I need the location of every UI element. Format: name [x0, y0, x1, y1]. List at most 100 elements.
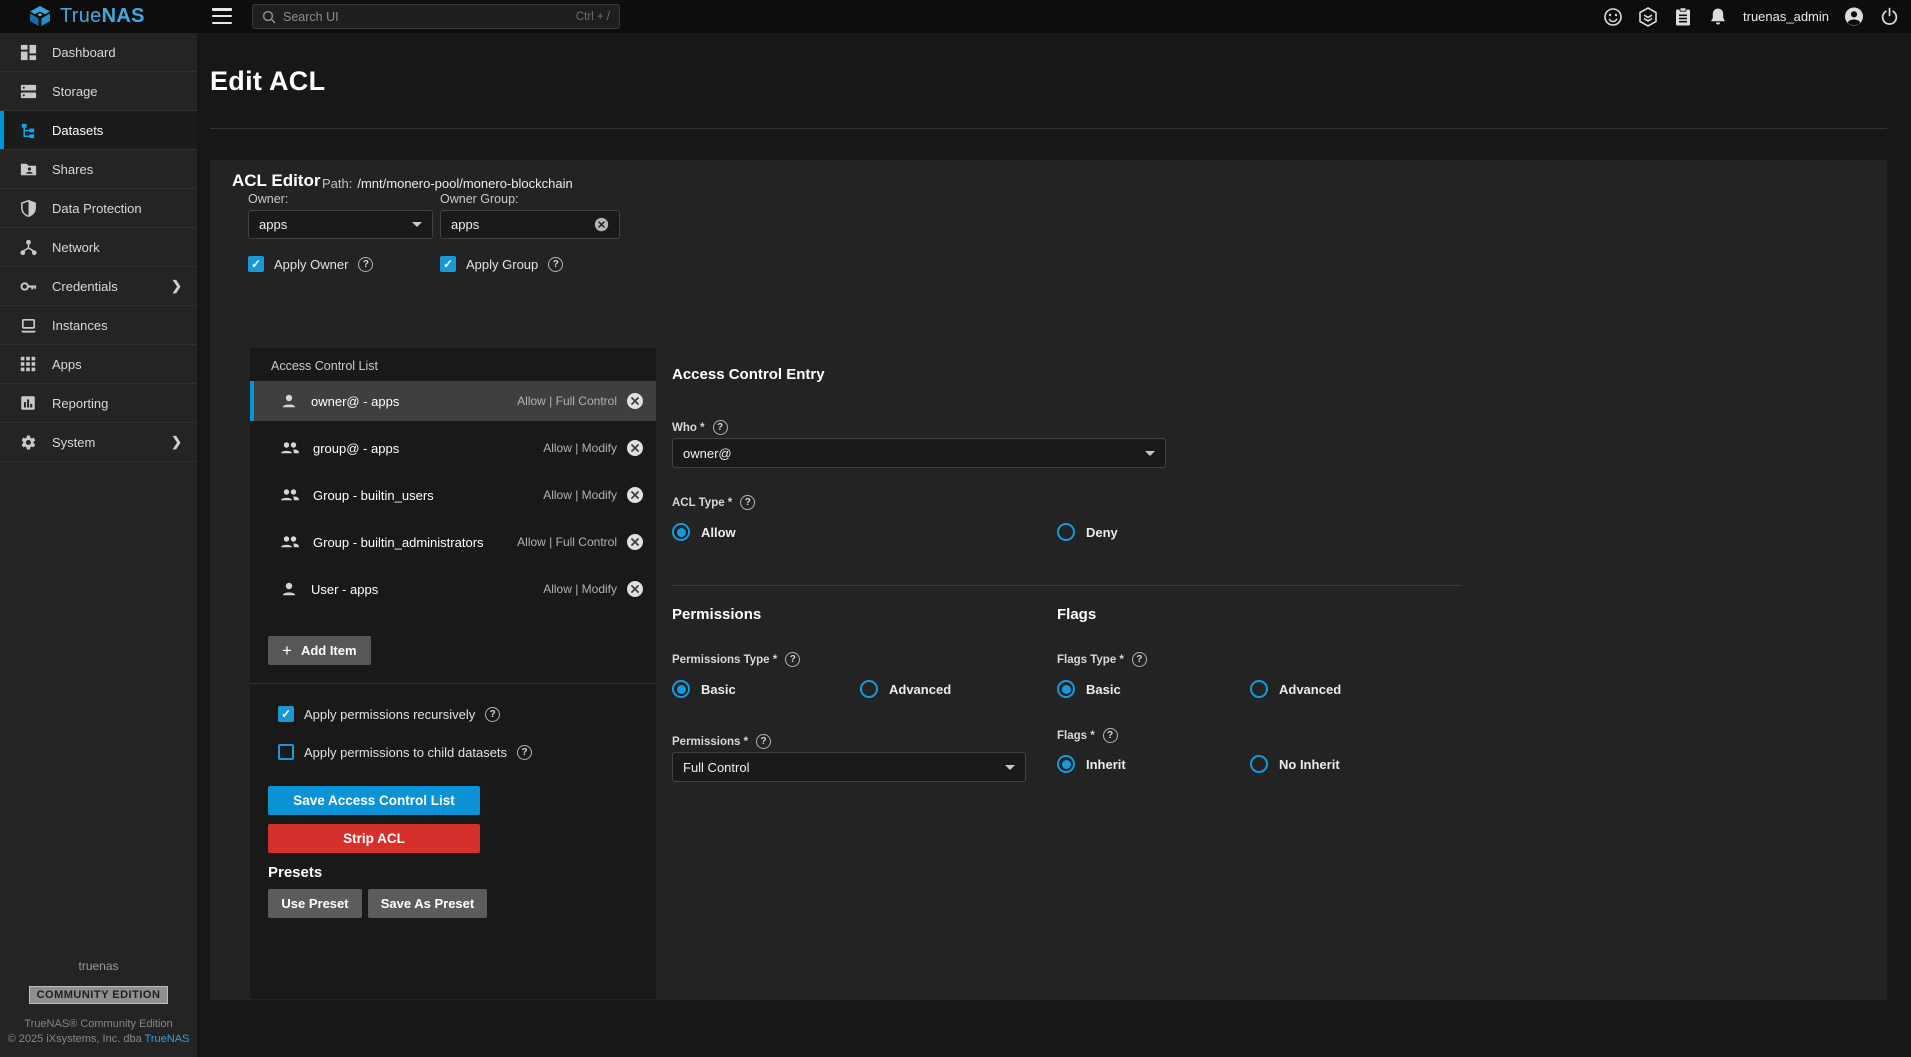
permissions-type-label: Permissions Type * ?	[672, 652, 800, 667]
acl-entry-row[interactable]: group@ - apps Allow | Modify	[250, 428, 656, 468]
sidebar-item-reporting[interactable]: Reporting	[0, 384, 197, 423]
sidebar-item-label: Datasets	[52, 123, 103, 138]
acl-entry-name: Group - builtin_administrators	[313, 535, 484, 550]
sidebar-item-system[interactable]: System ❯	[0, 423, 197, 462]
hamburger-menu-icon[interactable]	[212, 8, 232, 24]
help-icon[interactable]: ?	[713, 420, 728, 435]
permissions-select[interactable]: Full Control	[672, 752, 1026, 782]
flags-inherit-radio[interactable]: Inherit	[1057, 755, 1126, 773]
edition-badge[interactable]: COMMUNITY EDITION	[29, 986, 169, 1004]
clear-icon[interactable]	[594, 217, 609, 232]
truenas-logo-text: TrueNAS	[60, 5, 145, 28]
owner-group-label: Owner Group:	[440, 192, 519, 206]
remove-entry-icon[interactable]	[626, 439, 644, 457]
shares-folder-icon	[18, 159, 38, 179]
recursive-label: Apply permissions recursively	[304, 707, 475, 722]
help-icon[interactable]: ?	[1103, 728, 1118, 743]
network-icon	[18, 237, 38, 257]
jobs-clipboard-icon[interactable]	[1673, 7, 1693, 27]
acl-type-deny-radio[interactable]: Deny	[1057, 523, 1118, 541]
power-icon[interactable]	[1879, 7, 1899, 27]
sidebar-item-instances[interactable]: Instances	[0, 306, 197, 345]
owner-group-input[interactable]: apps	[440, 210, 620, 239]
add-item-button[interactable]: + Add Item	[268, 636, 371, 665]
help-icon[interactable]: ?	[756, 734, 771, 749]
acl-entry-name: Group - builtin_users	[313, 488, 434, 503]
help-icon[interactable]: ?	[740, 495, 755, 510]
presets-heading: Presets	[268, 864, 322, 881]
owner-select[interactable]: apps	[248, 210, 433, 239]
help-icon[interactable]: ?	[358, 257, 373, 272]
truenas-logo[interactable]: TrueNAS	[28, 4, 145, 28]
save-acl-button[interactable]: Save Access Control List	[268, 786, 480, 815]
people-icon	[280, 534, 300, 550]
copyright-text: © 2025 iXsystems, Inc. dba TrueNAS	[0, 1033, 197, 1045]
acl-entry-row[interactable]: Group - builtin_users Allow | Modify	[250, 475, 656, 515]
remove-entry-icon[interactable]	[626, 533, 644, 551]
datasets-icon	[18, 120, 38, 140]
permissions-type-basic-radio[interactable]: Basic	[672, 680, 736, 698]
global-search[interactable]: Ctrl + /	[252, 4, 620, 29]
sidebar-item-data-protection[interactable]: Data Protection	[0, 189, 197, 228]
title-divider	[210, 128, 1887, 129]
plus-icon: +	[282, 641, 292, 661]
chevron-down-icon	[412, 222, 422, 227]
user-avatar-icon[interactable]	[1844, 7, 1864, 27]
permissions-select-label: Permissions * ?	[672, 734, 771, 749]
acl-type-allow-radio[interactable]: Allow	[672, 523, 736, 541]
truenas-link[interactable]: TrueNAS	[145, 1033, 190, 1045]
sidebar-item-datasets[interactable]: Datasets	[0, 111, 197, 150]
shield-icon	[18, 198, 38, 218]
flags-type-basic-radio[interactable]: Basic	[1057, 680, 1121, 698]
recursive-checkbox[interactable]: ✓	[278, 706, 294, 722]
sidebar-item-label: Dashboard	[52, 45, 116, 60]
acl-editor-heading: ACL Editor	[232, 171, 320, 191]
who-select[interactable]: owner@	[672, 438, 1166, 468]
help-icon[interactable]: ?	[485, 707, 500, 722]
sidebar-item-credentials[interactable]: Credentials ❯	[0, 267, 197, 306]
search-icon	[262, 10, 276, 24]
save-as-preset-button[interactable]: Save As Preset	[368, 889, 487, 918]
apply-owner-checkbox[interactable]: ✓	[248, 256, 264, 272]
flags-heading: Flags	[1057, 606, 1096, 623]
recursive-permissions-row: ✓ Apply permissions recursively ?	[278, 706, 500, 722]
child-datasets-row: Apply permissions to child datasets ?	[278, 744, 532, 760]
sidebar-item-shares[interactable]: Shares	[0, 150, 197, 189]
hostname-label: truenas	[0, 959, 197, 973]
apply-group-checkbox[interactable]: ✓	[440, 256, 456, 272]
strip-acl-button[interactable]: Strip ACL	[268, 824, 480, 853]
feedback-smiley-icon[interactable]	[1603, 7, 1623, 27]
radio-icon	[1057, 680, 1075, 698]
child-datasets-label: Apply permissions to child datasets	[304, 745, 507, 760]
help-icon[interactable]: ?	[785, 652, 800, 667]
sidebar-item-network[interactable]: Network	[0, 228, 197, 267]
help-icon[interactable]: ?	[548, 257, 563, 272]
help-icon[interactable]: ?	[1132, 652, 1147, 667]
search-input[interactable]	[283, 10, 569, 24]
acl-entry-row[interactable]: owner@ - apps Allow | Full Control	[250, 381, 656, 421]
top-header: TrueNAS Ctrl + / truenas_admin	[0, 0, 1911, 33]
use-preset-button[interactable]: Use Preset	[268, 889, 362, 918]
dashboard-icon	[18, 42, 38, 62]
bar-chart-icon	[18, 393, 38, 413]
flags-no-inherit-radio[interactable]: No Inherit	[1250, 755, 1340, 773]
who-label: Who * ?	[672, 420, 728, 435]
permissions-type-advanced-radio[interactable]: Advanced	[860, 680, 951, 698]
remove-entry-icon[interactable]	[626, 580, 644, 598]
sidebar-item-label: Shares	[52, 162, 93, 177]
remove-entry-icon[interactable]	[626, 392, 644, 410]
notifications-bell-icon[interactable]	[1708, 7, 1728, 27]
help-icon[interactable]: ?	[517, 745, 532, 760]
acl-entry-row[interactable]: Group - builtin_administrators Allow | F…	[250, 522, 656, 562]
remove-entry-icon[interactable]	[626, 486, 644, 504]
acl-entry-row[interactable]: User - apps Allow | Modify	[250, 569, 656, 609]
sidebar-item-dashboard[interactable]: Dashboard	[0, 33, 197, 72]
child-datasets-checkbox[interactable]	[278, 744, 294, 760]
truecommand-icon[interactable]	[1638, 7, 1658, 27]
sidebar-item-storage[interactable]: Storage	[0, 72, 197, 111]
sidebar-item-apps[interactable]: Apps	[0, 345, 197, 384]
flags-type-advanced-radio[interactable]: Advanced	[1250, 680, 1341, 698]
sidebar-item-label: Apps	[52, 357, 82, 372]
sidebar-item-label: Instances	[52, 318, 108, 333]
panel-divider	[250, 683, 656, 684]
